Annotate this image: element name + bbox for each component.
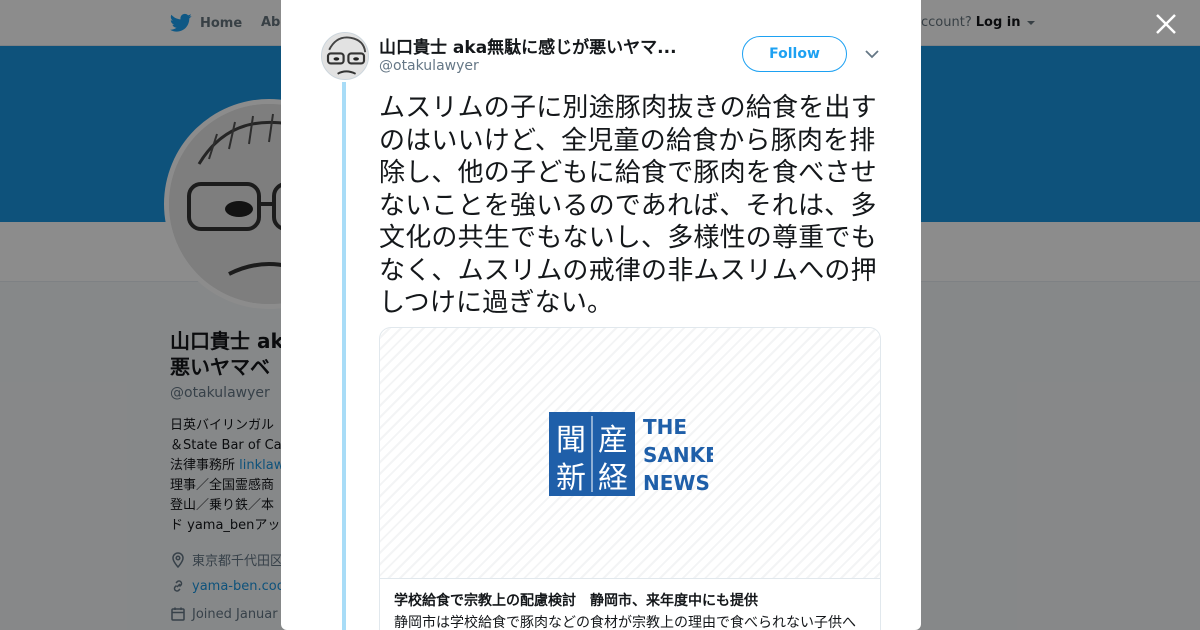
logo-text: SANKEI: [643, 443, 713, 467]
author-avatar[interactable]: [321, 32, 369, 80]
author-name[interactable]: 山口貴士 aka無駄に感じが悪いヤマ...: [379, 33, 689, 58]
follow-button[interactable]: Follow: [742, 36, 847, 72]
close-icon[interactable]: [1154, 12, 1178, 36]
card-description: 静岡市は学校給食で豚肉などの食材が宗教上の理由で食べられない子供へ: [394, 615, 856, 630]
logo-kanji: 産: [598, 423, 628, 458]
sankei-news-logo: 聞 産 新 経 THE SANKEI NEWS: [549, 412, 713, 496]
tweet-text: ムスリムの子に別途豚肉抜きの給食を出すのはいいけど、全児童の給食から豚肉を排除し…: [379, 93, 877, 318]
logo-kanji: 新: [556, 461, 586, 496]
card-title: 学校給食で宗教上の配慮検討 静岡市、来年度中にも提供: [394, 593, 758, 609]
logo-text: THE: [643, 415, 687, 439]
logo-kanji: 経: [598, 461, 628, 496]
link-preview-card[interactable]: 聞 産 新 経 THE SANKEI NEWS 学校給食で宗教上の配慮検討 静岡…: [379, 327, 881, 630]
chevron-down-icon[interactable]: [864, 47, 880, 61]
logo-text: NEWS: [643, 471, 710, 495]
tweet-modal: 山口貴士 aka無駄に感じが悪いヤマ... @otakulawyer Follo…: [281, 0, 921, 630]
card-image: 聞 産 新 経 THE SANKEI NEWS: [380, 328, 880, 579]
thread-line: [342, 82, 346, 630]
author-handle[interactable]: @otakulawyer: [379, 58, 479, 74]
logo-kanji: 聞: [556, 423, 586, 458]
author-avatar-drawing: [322, 33, 368, 79]
